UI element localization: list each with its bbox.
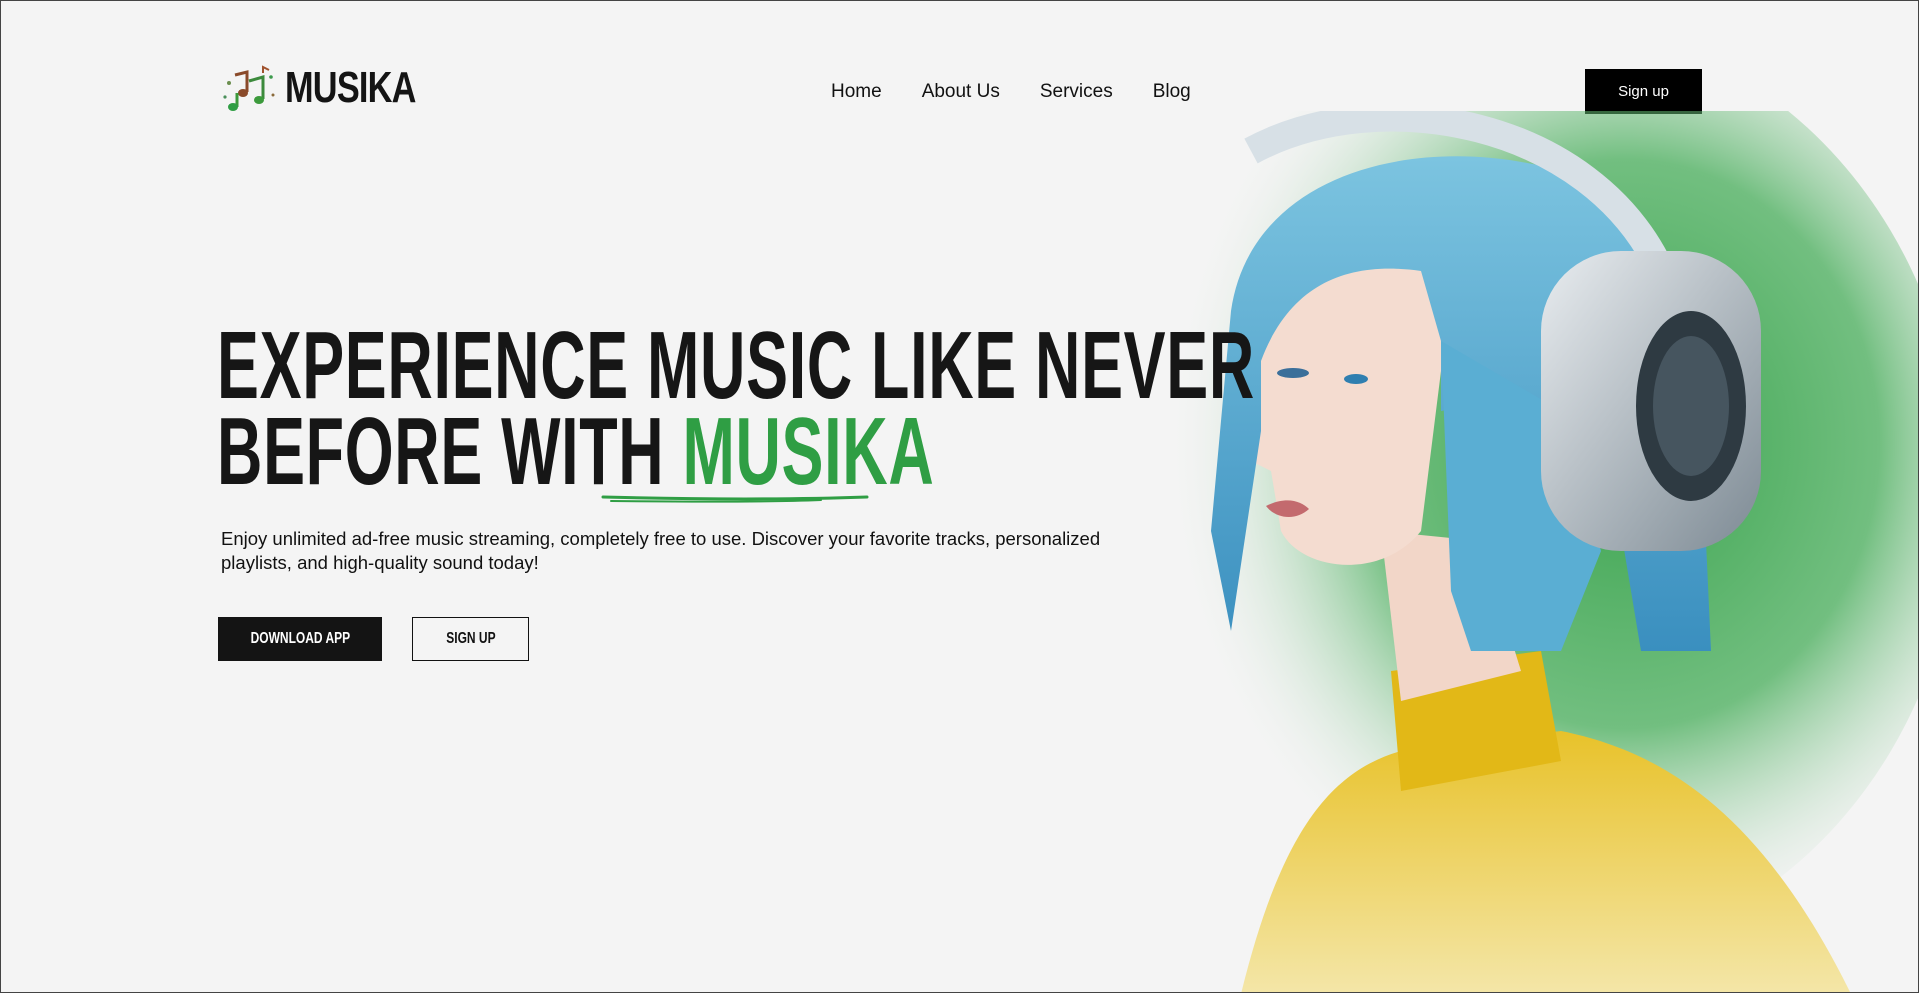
brand-name: MUSIKA [285,63,416,112]
music-notes-icon [223,65,275,111]
nav-home[interactable]: Home [831,81,882,103]
main-nav: Home About Us Services Blog [831,81,1191,103]
brand-logo[interactable]: MUSIKA [219,63,453,113]
header-signup-button[interactable]: Sign up [1585,69,1702,114]
landing-page: MUSIKA Home About Us Services Blog Sign … [0,0,1919,993]
hero-description: Enjoy unlimited ad-free music streaming,… [221,528,1101,573]
hero-signup-label: SIGN UP [445,630,496,647]
download-app-label: DOWNLOAD APP [250,630,350,647]
hero-headline: EXPERIENCE MUSIC LIKE NEVER BEFORE WITH … [217,318,1255,500]
nav-about-us[interactable]: About Us [922,81,1000,103]
nav-services[interactable]: Services [1040,81,1113,103]
download-app-button[interactable]: DOWNLOAD APP [218,617,382,661]
hero-image [1121,111,1918,992]
nav-blog[interactable]: Blog [1153,81,1191,103]
accent-underline [601,495,869,503]
hero-signup-button[interactable]: SIGN UP [412,617,529,661]
